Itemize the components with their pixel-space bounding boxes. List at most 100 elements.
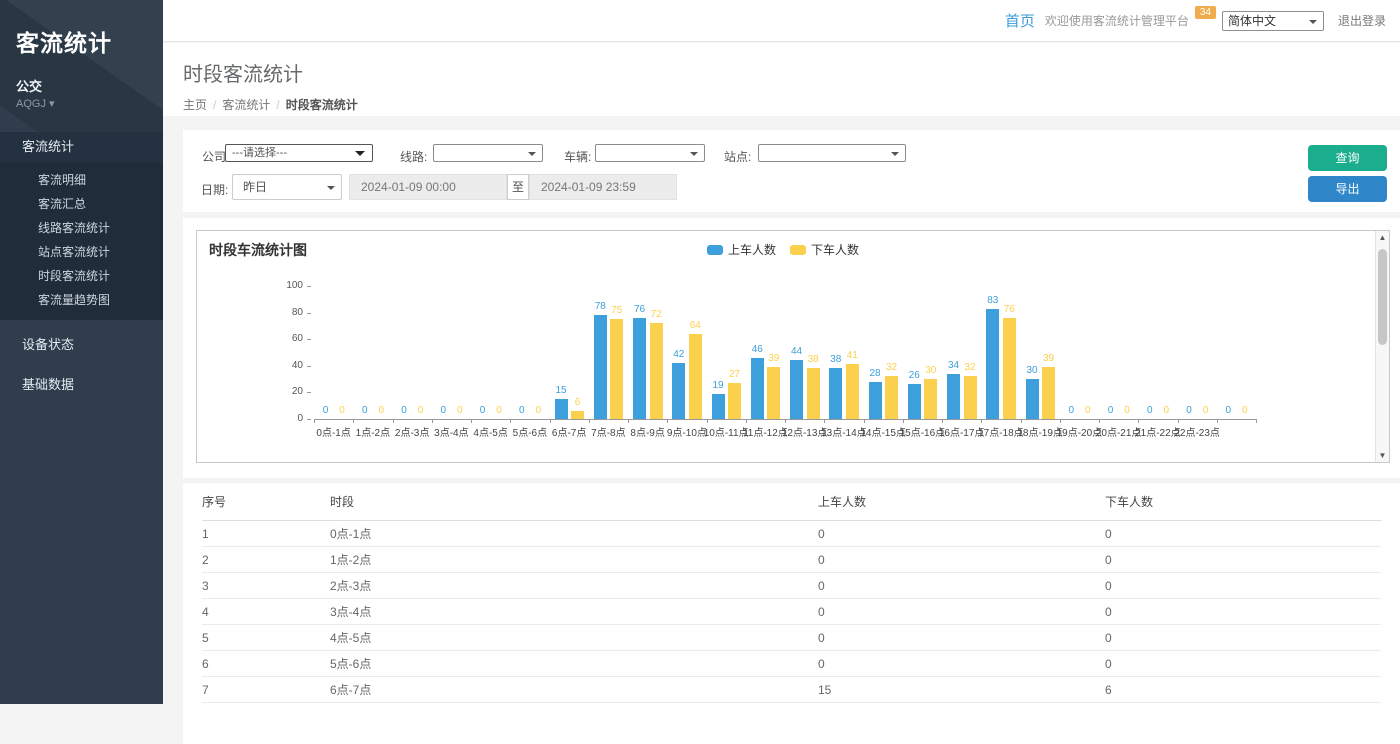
bar-value-label: 64 (680, 320, 710, 331)
chart-vertical-scrollbar[interactable]: ▲ ▼ (1375, 231, 1389, 462)
sidebar-subitem[interactable]: 线路客流统计 (0, 216, 163, 240)
x-axis-category-label: 8点-9点 (630, 424, 664, 439)
x-axis-tick (1217, 419, 1218, 423)
sidebar-subitem[interactable]: 站点客流统计 (0, 240, 163, 264)
sidebar-item-base-data[interactable]: 基础数据 (0, 370, 163, 400)
bar-value-label: 15 (546, 385, 576, 396)
bar-value-label: 72 (641, 309, 671, 320)
bar-下车人数-10点-11点 (728, 383, 741, 419)
sidebar-subitem[interactable]: 客流汇总 (0, 192, 163, 216)
vehicle-select[interactable] (595, 144, 705, 162)
station-select[interactable] (758, 144, 906, 162)
x-axis-category-label: 9点-10点 (667, 424, 707, 439)
table-cell: 1 (202, 527, 330, 541)
y-axis-label: 40 (257, 360, 303, 371)
table-body: 10点-1点0021点-2点0032点-3点0043点-4点0054点-5点00… (202, 521, 1381, 703)
date-preset-select[interactable]: 昨日 (232, 174, 342, 200)
table-row: 43点-4点00 (202, 599, 1381, 625)
date-to-input[interactable]: 2024-01-09 23:59 (529, 174, 677, 200)
table-row: 54点-5点00 (202, 625, 1381, 651)
x-axis-tick (432, 419, 433, 423)
legend-item[interactable]: 上车人数 (707, 241, 776, 258)
bar-value-label: 0 (327, 405, 357, 416)
notification-badge[interactable]: 34 (1195, 6, 1216, 19)
search-button[interactable]: 查询 (1308, 145, 1387, 171)
scroll-up-icon[interactable]: ▲ (1376, 231, 1389, 244)
bar-value-label: 39 (759, 353, 789, 364)
date-label: 日期: (201, 181, 228, 198)
sidebar-subitem[interactable]: 客流明细 (0, 168, 163, 192)
home-link[interactable]: 首页 (1005, 10, 1035, 31)
x-axis-category-label: 6点-7点 (552, 424, 586, 439)
table-cell: 0 (818, 553, 1105, 567)
bar-下车人数-8点-9点 (650, 323, 663, 419)
sidebar-item-passenger-stats[interactable]: 客流统计 (0, 132, 163, 162)
x-axis-tick (1099, 419, 1100, 423)
bar-上车人数-16点-17点 (947, 374, 960, 419)
sidebar-subitem[interactable]: 时段客流统计 (0, 264, 163, 288)
breadcrumb-section[interactable]: 客流统计 (222, 98, 270, 112)
x-axis-tick (510, 419, 511, 423)
legend-item[interactable]: 下车人数 (790, 241, 859, 258)
breadcrumb-current: 时段客流统计 (286, 98, 358, 112)
topbar: 首页 欢迎使用客流统计管理平台 34 简体中文 退出登录 (163, 0, 1400, 42)
bar-value-label: 30 (916, 365, 946, 376)
x-axis-category-label: 1点-2点 (356, 424, 390, 439)
logout-link[interactable]: 退出登录 (1338, 12, 1386, 29)
x-axis-tick (471, 419, 472, 423)
bar-下车人数-16点-17点 (964, 376, 977, 419)
table-cell: 0 (1105, 579, 1381, 593)
bar-value-label: 75 (602, 305, 632, 316)
x-axis-category-label: 7点-8点 (591, 424, 625, 439)
x-axis-category-label: 10点-11点 (704, 424, 749, 439)
table-cell: 15 (818, 683, 1105, 697)
table-cell: 0 (1105, 657, 1381, 671)
x-axis-tick (746, 419, 747, 423)
bar-上车人数-10点-11点 (712, 394, 725, 419)
bar-上车人数-11点-12点 (751, 358, 764, 419)
y-axis-label: 0 (257, 413, 303, 424)
col-header-alighting: 下车人数 (1105, 493, 1381, 510)
table-cell: 1点-2点 (330, 551, 818, 568)
page-title: 时段客流统计 (183, 43, 1400, 87)
y-axis-label: 60 (257, 333, 303, 344)
legend-swatch-icon (790, 245, 806, 255)
scroll-down-icon[interactable]: ▼ (1376, 449, 1389, 462)
line-select[interactable] (433, 144, 543, 162)
x-axis-tick (1138, 419, 1139, 423)
x-axis-category-label: 2点-3点 (395, 424, 429, 439)
bar-value-label: 0 (484, 405, 514, 416)
page-header: 时段客流统计 主页/客流统计/时段客流统计 (163, 43, 1400, 116)
table-cell: 3 (202, 579, 330, 593)
company-select[interactable]: ---请选择--- (225, 144, 373, 162)
bar-下车人数-17点-18点 (1003, 318, 1016, 419)
bar-上车人数-13点-14点 (829, 368, 842, 419)
bar-下车人数-15点-16点 (924, 379, 937, 419)
bar-下车人数-12点-13点 (807, 368, 820, 419)
table-row: 10点-1点00 (202, 521, 1381, 547)
caret-down-icon: ▾ (49, 98, 55, 110)
language-select[interactable]: 简体中文 (1222, 11, 1324, 31)
bar-上车人数-15点-16点 (908, 384, 921, 419)
bar-value-label: 38 (798, 354, 828, 365)
org-code-dropdown[interactable]: AQGJ ▾ (0, 95, 163, 110)
sidebar-item-device-status[interactable]: 设备状态 (0, 330, 163, 360)
bar-value-label: 0 (1191, 405, 1221, 416)
sidebar-submenu: 客流明细客流汇总线路客流统计站点客流统计时段客流统计客流量趋势图 (0, 162, 163, 320)
x-axis-tick (353, 419, 354, 423)
col-header-period: 时段 (330, 493, 818, 510)
x-axis-category-label: 4点-5点 (473, 424, 507, 439)
table-cell: 6 (1105, 683, 1381, 697)
table-cell: 0 (1105, 631, 1381, 645)
scrollbar-thumb[interactable] (1378, 249, 1387, 345)
y-axis-label: 80 (257, 307, 303, 318)
y-axis-tick (307, 286, 311, 287)
sidebar-subitem[interactable]: 客流量趋势图 (0, 288, 163, 312)
breadcrumb: 主页/客流统计/时段客流统计 (183, 96, 1400, 113)
date-from-input[interactable]: 2024-01-09 00:00 (349, 174, 507, 200)
table-cell: 0 (818, 579, 1105, 593)
export-button[interactable]: 导出 (1308, 176, 1387, 202)
chart-legend: 上车人数下车人数 (197, 241, 1369, 258)
bar-value-label: 32 (877, 362, 907, 373)
breadcrumb-home[interactable]: 主页 (183, 98, 207, 112)
